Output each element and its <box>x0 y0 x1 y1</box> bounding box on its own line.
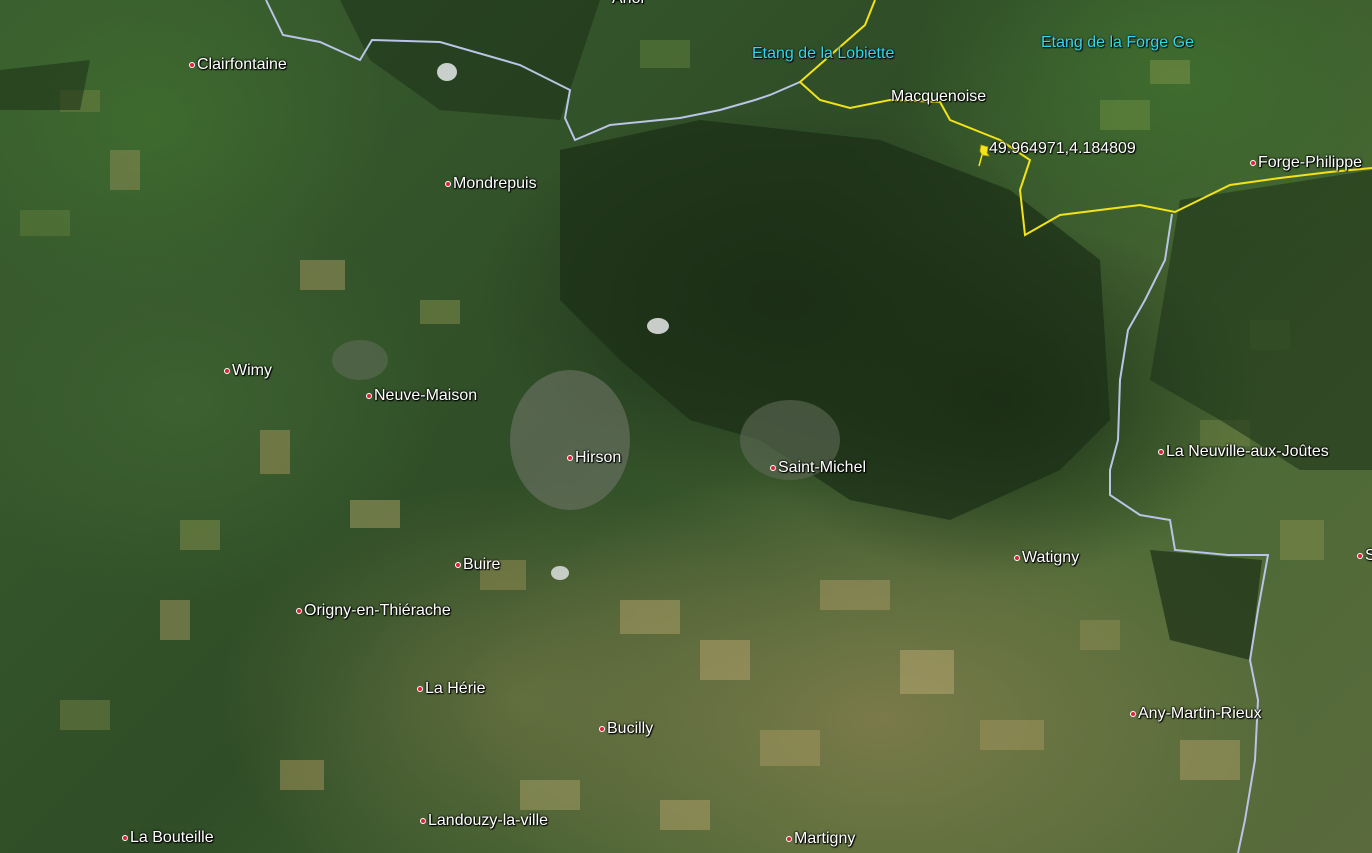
place-wimy[interactable]: Wimy <box>224 362 272 380</box>
place-marker-icon <box>445 181 451 187</box>
place-label: S <box>1365 547 1372 564</box>
place-marker-icon <box>189 62 195 68</box>
place-marker-icon <box>224 368 230 374</box>
place-marker-icon <box>296 608 302 614</box>
place-marker-icon <box>417 686 423 692</box>
place-marker-icon <box>1158 449 1164 455</box>
place-label: Hirson <box>575 449 622 466</box>
place-label: Martigny <box>794 830 856 847</box>
place-la-herie[interactable]: La Hérie <box>417 680 485 698</box>
place-mondrepuis[interactable]: Mondrepuis <box>445 175 537 193</box>
place-marker-icon <box>1130 711 1136 717</box>
place-marker-icon <box>1357 553 1363 559</box>
place-label: Saint-Michel <box>778 459 867 476</box>
place-label: Mondrepuis <box>453 175 537 192</box>
place-marker-icon <box>366 393 372 399</box>
place-label: Any-Martin-Rieux <box>1138 705 1262 722</box>
place-label: Bucilly <box>607 720 654 737</box>
place-label: Wimy <box>232 362 272 379</box>
place-origny[interactable]: Origny-en-Thiérache <box>296 602 451 620</box>
place-label: La Neuville-aux-Joûtes <box>1166 443 1329 460</box>
forest-areas <box>0 0 1372 660</box>
place-bucilly[interactable]: Bucilly <box>599 720 653 738</box>
place-landouzy[interactable]: Landouzy-la-ville <box>420 812 548 830</box>
place-forge-philippe[interactable]: Forge-Philippe <box>1250 154 1362 172</box>
place-marker-icon <box>599 726 605 732</box>
place-label: Neuve-Maison <box>374 387 478 404</box>
place-label: La Hérie <box>425 680 486 697</box>
place-marker-icon <box>1014 555 1020 561</box>
place-watigny[interactable]: Watigny <box>1014 549 1079 567</box>
place-marker-icon <box>420 818 426 824</box>
place-marker-icon <box>786 836 792 842</box>
place-buire[interactable]: Buire <box>455 556 500 574</box>
satellite-map-view[interactable]: Etang de la Lobiette Etang de la Forge G… <box>0 0 1372 853</box>
water-label-lobiette: Etang de la Lobiette <box>752 45 895 62</box>
pin-coordinates-label: 49.964971,4.184809 <box>989 140 1136 157</box>
place-label: Forge-Philippe <box>1258 154 1363 171</box>
place-marker-icon <box>1250 160 1256 166</box>
place-macquenoise[interactable]: Macquenoise <box>891 88 986 106</box>
place-la-neuville[interactable]: La Neuville-aux-Joûtes <box>1158 443 1329 461</box>
place-label: Clairfontaine <box>197 56 287 73</box>
place-label: Buire <box>463 556 501 573</box>
terrain-imagery <box>0 0 1372 853</box>
place-marker-icon <box>122 835 128 841</box>
place-anor[interactable]: Anor <box>612 0 646 8</box>
place-hirson[interactable]: Hirson <box>567 449 621 467</box>
place-label: Landouzy-la-ville <box>428 812 549 829</box>
place-la-bouteille[interactable]: La Bouteille <box>122 829 214 847</box>
place-label: La Bouteille <box>130 829 214 846</box>
place-saint-michel[interactable]: Saint-Michel <box>770 459 866 477</box>
place-marker-icon <box>455 562 461 568</box>
place-label: Macquenoise <box>891 88 987 105</box>
place-neuve-maison[interactable]: Neuve-Maison <box>366 387 477 405</box>
water-label-forge-ge: Etang de la Forge Ge <box>1041 34 1194 51</box>
place-s-partial[interactable]: S <box>1357 547 1372 565</box>
place-martigny[interactable]: Martigny <box>786 830 855 848</box>
place-clairfontaine[interactable]: Clairfontaine <box>189 56 287 74</box>
place-marker-icon <box>567 455 573 461</box>
place-label: Anor <box>612 0 646 8</box>
place-label: Watigny <box>1022 549 1080 566</box>
place-marker-icon <box>770 465 776 471</box>
place-any-martin-rieux[interactable]: Any-Martin-Rieux <box>1130 705 1262 723</box>
place-label: Origny-en-Thiérache <box>304 602 451 619</box>
